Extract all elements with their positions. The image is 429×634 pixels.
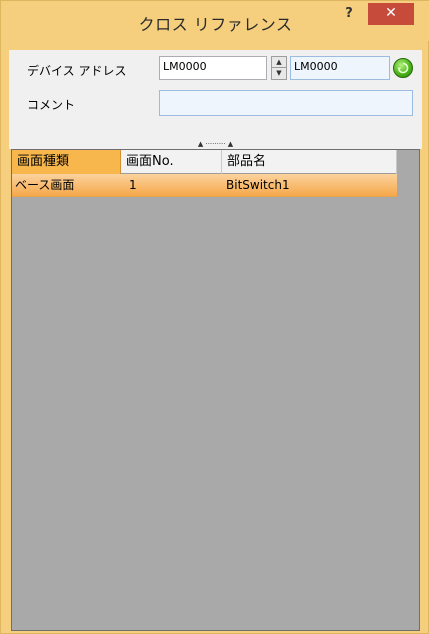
device-address-label: デバイス アドレス bbox=[27, 64, 127, 78]
refresh-icon bbox=[397, 62, 409, 74]
table-row[interactable]: ベース画面 1 BitSwitch1 bbox=[12, 174, 397, 197]
spin-down-icon[interactable]: ▼ bbox=[272, 68, 286, 79]
address-to-input[interactable]: LM0000 bbox=[290, 56, 390, 80]
title-bar[interactable]: クロス リファレンス ? ✕ bbox=[1, 1, 429, 41]
address-spinner[interactable]: ▲ ▼ bbox=[271, 56, 287, 80]
column-header-screen-no[interactable]: 画面No. bbox=[121, 150, 222, 174]
results-grid[interactable]: 画面種類 画面No. 部品名 ベース画面 1 BitSwitch1 bbox=[11, 149, 420, 631]
search-go-button[interactable] bbox=[393, 58, 413, 78]
cell-screen-type: ベース画面 bbox=[15, 178, 75, 192]
cross-reference-window: クロス リファレンス ? ✕ デバイス アドレス LM0000 ▲ ▼ LM00… bbox=[0, 0, 429, 634]
close-button[interactable]: ✕ bbox=[368, 3, 414, 25]
column-header-screen-type[interactable]: 画面種類 bbox=[12, 150, 121, 174]
column-header-part-name[interactable]: 部品名 bbox=[222, 150, 397, 174]
comment-input[interactable] bbox=[159, 90, 413, 116]
comment-label: コメント bbox=[27, 98, 76, 112]
grid-header: 画面種類 画面No. 部品名 bbox=[12, 150, 397, 174]
address-from-input[interactable]: LM0000 bbox=[159, 56, 267, 80]
help-button[interactable]: ? bbox=[336, 5, 362, 27]
search-panel: デバイス アドレス LM0000 ▲ ▼ LM0000 コメント bbox=[9, 50, 422, 147]
panel-splitter[interactable]: ▲ ········· ▲ bbox=[9, 139, 422, 149]
spin-up-icon[interactable]: ▲ bbox=[272, 57, 286, 68]
window-title: クロス リファレンス bbox=[138, 15, 293, 34]
cell-screen-no: 1 bbox=[129, 178, 137, 192]
cell-part-name: BitSwitch1 bbox=[226, 178, 290, 192]
